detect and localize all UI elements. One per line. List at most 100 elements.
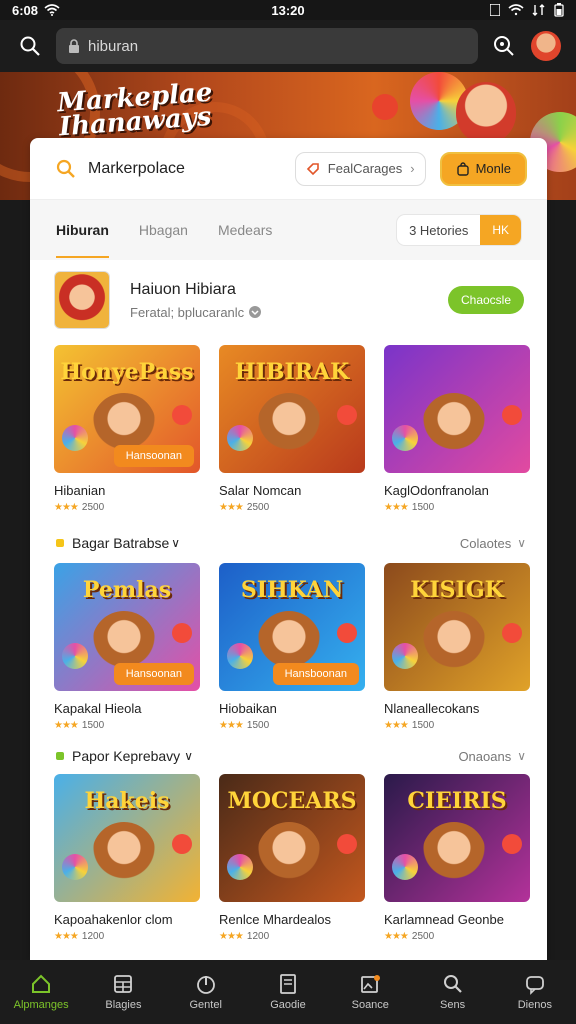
app-grid: Hakeis Kapoahakenlor clom ★★★ 1200 MOCEARS Re… (54, 774, 530, 942)
nav-label: Soance (351, 999, 389, 1011)
app-meta: 2500 (81, 502, 105, 513)
tab-hbagan[interactable]: Hbagan (139, 222, 188, 238)
character-illustration (257, 393, 321, 457)
app-thumbnail[interactable]: HIBIRAK (219, 345, 365, 473)
app-thumbnail[interactable]: CIEIRIS (384, 774, 530, 902)
section-bullet (56, 752, 64, 760)
app-tile[interactable]: HIBIRAK Salar Nomcan ★★★ 2500 (219, 345, 365, 513)
status-bar: 6:08 13:20 (0, 0, 576, 20)
section-title: Bagar Batrabse (72, 535, 170, 551)
rating-stars: ★★★ (384, 720, 409, 731)
chat-icon (524, 973, 546, 995)
candy-illustration (337, 405, 357, 425)
app-tile[interactable]: KISIGK Nlaneallecokans ★★★ 1500 (384, 563, 530, 731)
app-thumbnail[interactable]: Hakeis (54, 774, 200, 902)
app-grid: Pemlas Hansoonan Kapakal Hieola ★★★ 1500 SIHK… (54, 563, 530, 731)
profile-button[interactable] (530, 30, 562, 62)
page-icon (277, 973, 299, 995)
app-thumbnail[interactable]: MOCEARS (219, 774, 365, 902)
app-meta: 1200 (246, 931, 270, 942)
app-tile[interactable]: MOCEARS Renlce Mhardealos ★★★ 1200 (219, 774, 365, 942)
chevron-down-icon[interactable]: ∨ (184, 749, 193, 763)
nav-item-2[interactable]: Gentel (165, 960, 247, 1024)
app-name: Salar Nomcan (219, 483, 302, 498)
lens-icon (494, 36, 514, 56)
app-meta: 2500 (246, 502, 270, 513)
nav-item-1[interactable]: Blagies (82, 960, 164, 1024)
tabs-row: Hiburan Hbagan Medears 3 Hetories HK (30, 200, 547, 260)
app-tile[interactable]: KaglOdonfranolan ★★★ 1500 (384, 345, 530, 513)
app-tile[interactable]: HonyePass Hansoonan Hibanian ★★★ 2500 (54, 345, 200, 513)
app-meta: 1500 (81, 720, 105, 731)
sort-button[interactable]: HK (480, 215, 521, 245)
bottom-nav: Alpmanges Blagies Gentel Gaodie Soance Sens Di… (0, 960, 576, 1024)
category-dropdown[interactable]: FealCarages › (294, 151, 426, 186)
featured-action-button[interactable]: Chaocsle (448, 286, 524, 314)
app-badge[interactable]: Hansboonan (272, 663, 359, 685)
lock-icon (69, 39, 79, 53)
candy-illustration (392, 854, 418, 880)
candy-illustration (227, 854, 253, 880)
sort-label: 3 Hetories (409, 222, 469, 238)
search-icon (20, 36, 40, 56)
app-name: Kapakal Hieola (54, 701, 142, 716)
nav-item-3[interactable]: Gaodie (247, 960, 329, 1024)
app-thumbnail[interactable]: KISIGK (384, 563, 530, 691)
marketplace-card: Markerpolace FealCarages › Monle Hiburan… (30, 138, 547, 960)
featured-app-subtitle: Feratal; bplucaranlc (130, 304, 245, 320)
tag-icon (306, 162, 319, 175)
app-thumbnail[interactable]: HonyePass Hansoonan (54, 345, 200, 473)
primary-action-label: Monle (475, 161, 511, 176)
app-thumbnail[interactable] (384, 345, 530, 473)
candy-illustration (62, 854, 88, 880)
app-thumbnail-title: KISIGK (410, 577, 504, 603)
app-name: KaglOdonfranolan (384, 483, 489, 498)
app-thumbnail[interactable]: SIHKAN Hansboonan (219, 563, 365, 691)
app-tile[interactable]: SIHKAN Hansboonan Hiobaikan ★★★ 1500 (219, 563, 365, 731)
tab-medears[interactable]: Medears (218, 222, 272, 238)
wifi-icon (508, 4, 524, 16)
app-thumbnail[interactable]: Pemlas Hansoonan (54, 563, 200, 691)
app-meta: 1500 (246, 720, 270, 731)
nav-item-4[interactable]: Soance (329, 960, 411, 1024)
app-badge[interactable]: Hansoonan (113, 445, 194, 467)
candy-illustration (337, 623, 357, 643)
featured-app-icon (54, 271, 110, 329)
app-thumbnail-title: Hakeis (84, 788, 170, 814)
candy-illustration (372, 94, 398, 120)
primary-action-button[interactable]: Monle (439, 151, 527, 186)
url-bar[interactable]: hiburan (56, 28, 478, 64)
avatar (531, 31, 561, 61)
section-bullet (56, 539, 64, 547)
nav-item-6[interactable]: Dienos (494, 960, 576, 1024)
app-tile[interactable]: Hakeis Kapoahakenlor clom ★★★ 1200 (54, 774, 200, 942)
app-tile[interactable]: Pemlas Hansoonan Kapakal Hieola ★★★ 1500 (54, 563, 200, 731)
app-tile[interactable]: CIEIRIS Karlamnead Geonbe ★★★ 2500 (384, 774, 530, 942)
power-icon (195, 973, 217, 995)
candy-illustration (502, 405, 522, 425)
nav-item-5[interactable]: Sens (411, 960, 493, 1024)
featured-app[interactable]: Haiuon Hibiara Feratal; bplucaranlc Chao… (54, 270, 524, 330)
nav-item-0[interactable]: Alpmanges (0, 960, 82, 1024)
search-input[interactable]: Markerpolace (88, 160, 295, 178)
section-more-link[interactable]: Colaotes (460, 536, 511, 551)
nav-label: Blagies (105, 999, 142, 1011)
section-more-link[interactable]: Onaoans (458, 749, 511, 764)
chevron-down-icon (249, 306, 262, 318)
app-badge[interactable]: Hansoonan (113, 663, 194, 685)
candy-illustration (502, 834, 522, 854)
search-button[interactable] (14, 30, 46, 62)
section-title: Papor Keprebavy (72, 748, 181, 764)
data-icon (532, 4, 545, 16)
rating-stars: ★★★ (219, 502, 244, 513)
lens-button[interactable] (488, 30, 520, 62)
tab-hiburan[interactable]: Hiburan (56, 222, 109, 258)
chevron-right-icon: › (410, 161, 415, 176)
candy-illustration (172, 623, 192, 643)
chevron-down-icon[interactable]: ∨ (171, 536, 180, 550)
app-thumbnail-title: MOCEARS (227, 788, 357, 814)
app-name: Karlamnead Geonbe (384, 912, 504, 927)
sort-control[interactable]: 3 Hetories HK (397, 215, 521, 245)
section-header: Bagar Batrabse ∨ Colaotes ∨ (56, 533, 526, 553)
rating-stars: ★★★ (219, 931, 244, 942)
